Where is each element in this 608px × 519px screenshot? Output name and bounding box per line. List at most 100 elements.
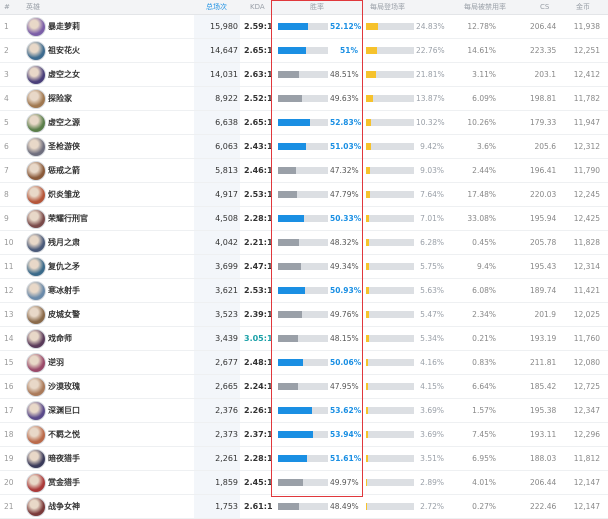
hero-name[interactable]: 寒冰射手 [48, 279, 80, 302]
hero-name[interactable]: 惩戒之箭 [48, 159, 80, 182]
pick-rate-bar-fill [366, 407, 368, 414]
hero-avatar[interactable] [26, 377, 46, 397]
ban-rate-value: 2.44% [472, 166, 496, 175]
winrate-value: 53.94% [330, 430, 362, 439]
games-count: 2,373 [215, 430, 238, 439]
hero-name[interactable]: 炽炎雏龙 [48, 183, 80, 206]
pick-rate-value: 24.83% [416, 22, 445, 31]
hero-avatar[interactable] [26, 305, 46, 325]
table-row[interactable]: 18 不羁之悦 2,373 2.37:1 53.94% 3.69% 7.45% 193.11 1… [0, 423, 608, 447]
games-count: 4,042 [215, 238, 238, 247]
hero-avatar[interactable] [26, 185, 46, 205]
gold-value: 12,412 [573, 70, 600, 79]
ban-rate-value: 33.08% [467, 214, 496, 223]
hero-avatar[interactable] [26, 329, 46, 349]
winrate-bar-fill [278, 215, 304, 222]
winrate-value: 49.76% [330, 310, 359, 319]
pick-rate-bar-fill [366, 23, 378, 30]
hero-name[interactable]: 皮城女警 [48, 303, 80, 326]
winrate-value: 50.06% [330, 358, 362, 367]
winrate-bar [278, 191, 328, 198]
hero-avatar[interactable] [26, 89, 46, 109]
header-gold[interactable]: 金币 [576, 0, 590, 14]
winrate-value: 53.62% [330, 406, 362, 415]
kda-value: 2.59:1 [244, 22, 273, 31]
hero-name[interactable]: 战争女神 [48, 495, 80, 518]
hero-avatar[interactable] [26, 113, 46, 133]
pick-rate-value: 7.01% [420, 214, 444, 223]
winrate-value: 47.32% [330, 166, 359, 175]
hero-name[interactable]: 探险家 [48, 87, 72, 110]
table-row[interactable]: 14 戏命师 3,439 3.05:1 48.15% 5.34% 0.21% 193.19 11… [0, 327, 608, 351]
table-row[interactable]: 4 探险家 8,922 2.52:1 49.63% 13.87% 6.09% 198.81 11… [0, 87, 608, 111]
gold-value: 12,425 [573, 214, 600, 223]
table-row[interactable]: 12 寒冰射手 3,621 2.53:1 50.93% 5.63% 6.08% 189.74 1… [0, 279, 608, 303]
table-row[interactable]: 9 荣耀行刑官 4,508 2.28:1 50.33% 7.01% 33.08% 195.94… [0, 207, 608, 231]
hero-name[interactable]: 圣枪游侠 [48, 135, 80, 158]
hero-name[interactable]: 虚空之源 [48, 111, 80, 134]
pick-rate-value: 5.34% [420, 334, 444, 343]
hero-avatar[interactable] [26, 497, 46, 517]
hero-avatar[interactable] [26, 401, 46, 421]
header-ban-rate[interactable]: 每局被禁用率 [464, 0, 506, 14]
hero-avatar[interactable] [26, 209, 46, 229]
table-row[interactable]: 7 惩戒之箭 5,813 2.46:1 47.32% 9.03% 2.44% 196.41 11… [0, 159, 608, 183]
header-hero[interactable]: 英雄 [26, 0, 40, 14]
winrate-bar [278, 503, 328, 510]
winrate-value: 49.34% [330, 262, 359, 271]
table-row[interactable]: 10 残月之肃 4,042 2.21:1 48.32% 6.28% 0.45% 205.78 1… [0, 231, 608, 255]
hero-avatar[interactable] [26, 233, 46, 253]
pick-rate-bar [366, 407, 414, 414]
pick-rate-value: 13.87% [416, 94, 445, 103]
hero-name[interactable]: 虚空之女 [48, 63, 80, 86]
hero-avatar[interactable] [26, 449, 46, 469]
hero-avatar[interactable] [26, 65, 46, 85]
table-row[interactable]: 5 虚空之源 6,638 2.65:1 52.83% 10.32% 10.26% 179.33… [0, 111, 608, 135]
hero-avatar[interactable] [26, 353, 46, 373]
pick-rate-value: 6.28% [420, 238, 444, 247]
hero-name[interactable]: 沙漠玫瑰 [48, 375, 80, 398]
hero-name[interactable]: 复仇之矛 [48, 255, 80, 278]
table-row[interactable]: 2 祖安花火 14,647 2.65:1 51% 22.76% 14.61% 223.35 12… [0, 39, 608, 63]
hero-avatar[interactable] [26, 137, 46, 157]
hero-name[interactable]: 不羁之悦 [48, 423, 80, 446]
winrate-value: 51% [340, 46, 358, 55]
header-winrate[interactable]: 胜率 [310, 0, 324, 14]
hero-avatar[interactable] [26, 425, 46, 445]
hero-name[interactable]: 暴走萝莉 [48, 15, 80, 38]
header-cs[interactable]: CS [540, 0, 549, 14]
table-row[interactable]: 15 逆羽 2,677 2.48:1 50.06% 4.16% 0.83% 211.81 12,… [0, 351, 608, 375]
rank-number: 4 [4, 94, 9, 103]
table-row[interactable]: 17 深渊巨口 2,376 2.26:1 53.62% 3.69% 1.57% 195.38 1… [0, 399, 608, 423]
hero-avatar[interactable] [26, 41, 46, 61]
gold-value: 11,782 [573, 94, 600, 103]
hero-avatar[interactable] [26, 281, 46, 301]
table-row[interactable]: 16 沙漠玫瑰 2,665 2.24:1 47.95% 4.15% 6.64% 185.42 1… [0, 375, 608, 399]
header-pick-rate[interactable]: 每局登场率 [370, 0, 405, 14]
table-row[interactable]: 1 暴走萝莉 15,980 2.59:1 52.12% 24.83% 12.78% 206.4… [0, 15, 608, 39]
hero-avatar[interactable] [26, 17, 46, 37]
hero-name[interactable]: 祖安花火 [48, 39, 80, 62]
kda-value: 2.65:1 [244, 46, 273, 55]
table-row[interactable]: 3 虚空之女 14,031 2.63:1 48.51% 21.81% 3.11% 203.1 1… [0, 63, 608, 87]
table-row[interactable]: 20 赏金猎手 1,859 2.45:1 49.97% 2.89% 4.01% 206.44 1… [0, 471, 608, 495]
header-kda[interactable]: KDA [250, 0, 265, 14]
hero-avatar[interactable] [26, 473, 46, 493]
hero-name[interactable]: 暗夜猎手 [48, 447, 80, 470]
hero-name[interactable]: 戏命师 [48, 327, 72, 350]
table-row[interactable]: 13 皮城女警 3,523 2.39:1 49.76% 5.47% 2.34% 201.9 12… [0, 303, 608, 327]
games-count: 3,699 [215, 262, 238, 271]
hero-name[interactable]: 深渊巨口 [48, 399, 80, 422]
table-row[interactable]: 19 暗夜猎手 2,261 2.28:1 51.61% 3.51% 6.95% 188.03 1… [0, 447, 608, 471]
table-row[interactable]: 6 圣枪游侠 6,063 2.43:1 51.03% 9.42% 3.6% 205.6 12,3… [0, 135, 608, 159]
hero-name[interactable]: 逆羽 [48, 351, 64, 374]
hero-avatar[interactable] [26, 161, 46, 181]
hero-name[interactable]: 残月之肃 [48, 231, 80, 254]
header-games[interactable]: 总场次 [206, 0, 227, 14]
table-row[interactable]: 11 复仇之矛 3,699 2.47:1 49.34% 5.75% 9.4% 195.43 12… [0, 255, 608, 279]
table-row[interactable]: 21 战争女神 1,753 2.61:1 48.49% 2.72% 0.27% 222.46 1… [0, 495, 608, 519]
hero-avatar[interactable] [26, 257, 46, 277]
hero-name[interactable]: 赏金猎手 [48, 471, 80, 494]
table-row[interactable]: 8 炽炎雏龙 4,917 2.53:1 47.79% 7.64% 17.48% 220.03 1… [0, 183, 608, 207]
hero-name[interactable]: 荣耀行刑官 [48, 207, 88, 230]
